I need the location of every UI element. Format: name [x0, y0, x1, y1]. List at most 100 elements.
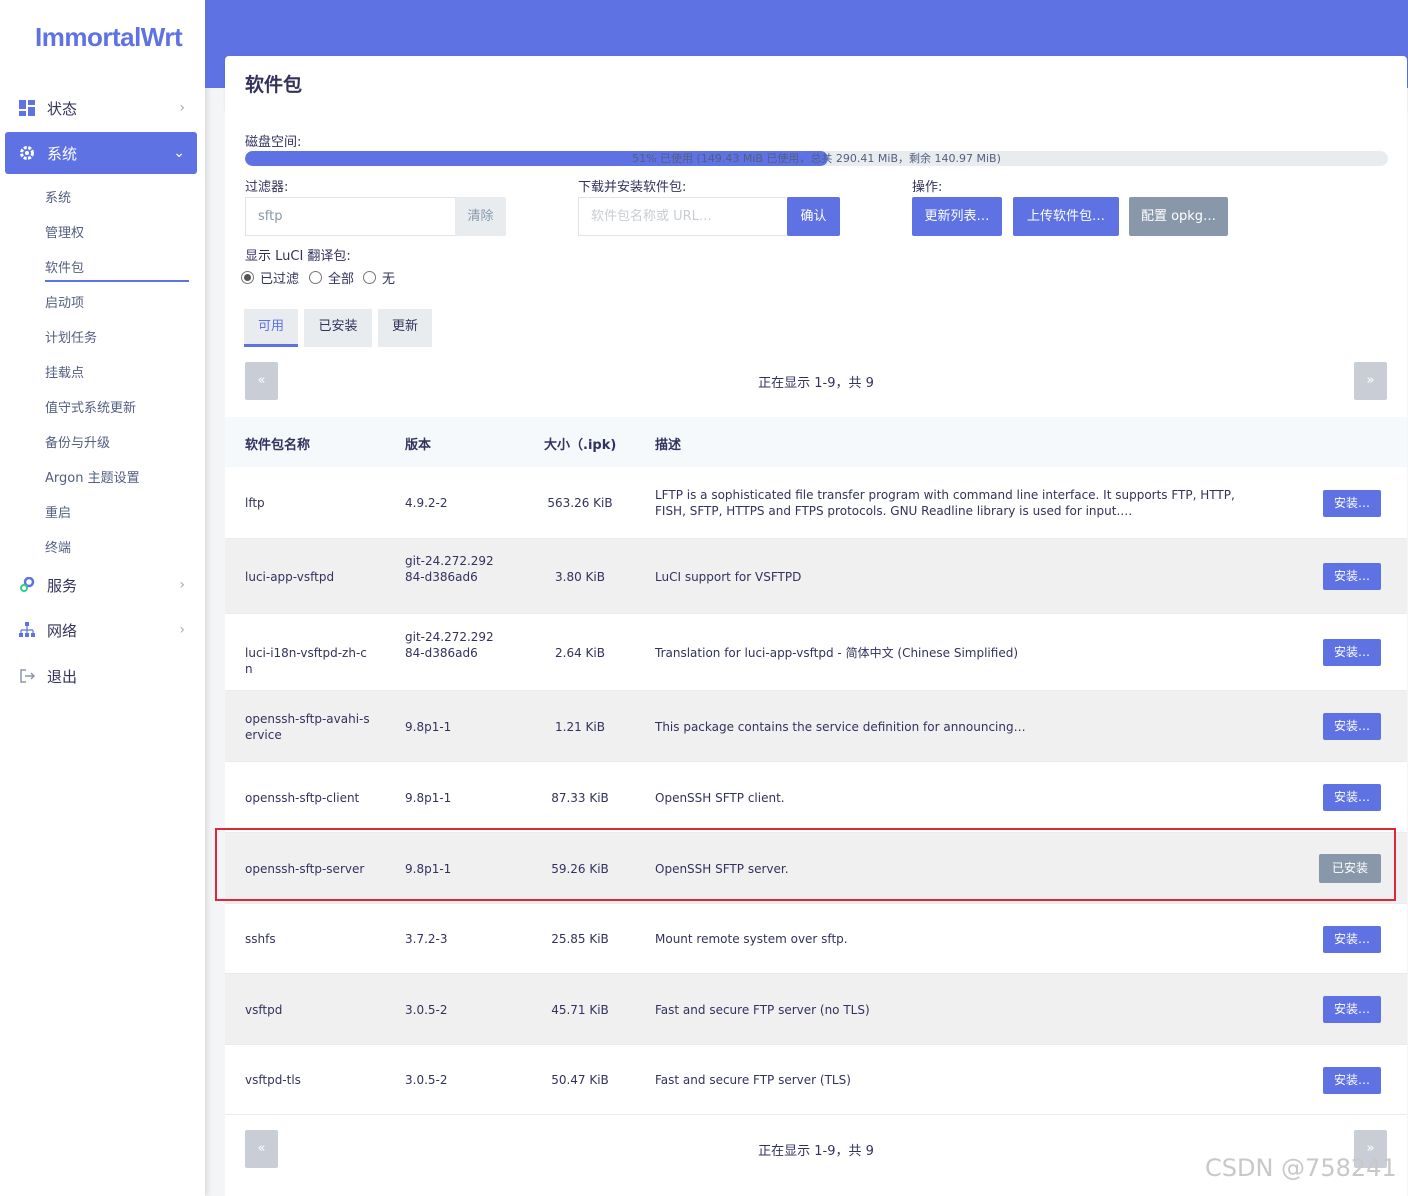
pager-status-bottom: 正在显示 1-9，共 9	[758, 1144, 874, 1159]
luci-translation-label: 显示 LuCI 翻译包:	[245, 249, 351, 264]
sub-item-backup[interactable]: 备份与升级	[45, 432, 110, 451]
package-name: sshfs	[245, 932, 276, 946]
next-page-button[interactable]: »	[1354, 362, 1387, 400]
radio-none[interactable]: 无	[363, 268, 395, 287]
package-version: 3.0.5-2	[405, 1073, 448, 1087]
highlight-box	[215, 828, 1396, 901]
package-name: openssh-sftp-avahi-service	[245, 712, 370, 742]
sub-item-crontab[interactable]: 计划任务	[45, 327, 97, 346]
package-description: This package contains the service defini…	[655, 720, 1026, 734]
package-description: LFTP is a sophisticated file transfer pr…	[655, 488, 1235, 518]
nav-system[interactable]: 系统 ⌄	[5, 132, 197, 174]
sub-item-admin[interactable]: 管理权	[45, 222, 84, 241]
chevron-down-icon: ⌄	[173, 145, 185, 161]
table-row: vsftpd 3.0.5-2 45.71 KiB Fast and secure FT…	[225, 974, 1407, 1045]
page-title: 软件包	[245, 74, 303, 96]
download-label: 下载并安装软件包:	[578, 180, 687, 195]
col-size-header: 大小（.ipk)	[544, 438, 617, 453]
table-row: luci-i18n-vsftpd-zh-cn git-24.272.29284-d…	[225, 614, 1407, 691]
dashboard-icon	[17, 98, 37, 118]
nav-status-label: 状态	[47, 99, 78, 118]
package-version: git-24.272.29284-d386ad6	[405, 630, 494, 660]
package-name: openssh-sftp-client	[245, 791, 360, 805]
package-size: 3.80 KiB	[555, 570, 605, 584]
nav-network[interactable]: 网络 ›	[5, 609, 197, 651]
package-description: Fast and secure FTP server (TLS)	[655, 1073, 851, 1087]
radio-all-label: 全部	[328, 272, 355, 287]
prev-page-button[interactable]: «	[245, 362, 278, 400]
disk-space-label: 磁盘空间:	[245, 135, 302, 150]
package-size: 563.26 KiB	[547, 496, 613, 510]
pager-status: 正在显示 1-9，共 9	[758, 376, 874, 391]
radio-circle[interactable]	[309, 271, 322, 284]
table-row: openssh-sftp-avahi-service 9.8p1-1 1.21 Ki…	[225, 691, 1407, 762]
prev-page-button-bottom[interactable]: «	[245, 1130, 278, 1168]
tab-available[interactable]: 可用	[244, 309, 298, 347]
install-button[interactable]: 安装…	[1323, 996, 1381, 1023]
configure-opkg-button[interactable]: 配置 opkg…	[1129, 197, 1228, 236]
package-size: 45.71 KiB	[551, 1003, 609, 1017]
install-button[interactable]: 安装…	[1323, 490, 1381, 517]
table-row: lftp 4.9.2-2 563.26 KiB LFTP is a sophistic…	[225, 467, 1407, 539]
update-lists-button[interactable]: 更新列表…	[912, 197, 1002, 236]
sub-item-system[interactable]: 系统	[45, 187, 71, 206]
package-version: git-24.272.29284-d386ad6	[405, 554, 494, 584]
nav-network-label: 网络	[47, 621, 78, 640]
install-button[interactable]: 安装…	[1323, 563, 1381, 590]
clear-filter-button[interactable]: 清除	[455, 197, 506, 236]
package-size: 50.47 KiB	[551, 1073, 609, 1087]
radio-all[interactable]: 全部	[309, 268, 354, 287]
gear-icon	[17, 143, 37, 163]
package-version: 9.8p1-1	[405, 720, 452, 734]
package-description: Fast and secure FTP server (no TLS)	[655, 1003, 870, 1017]
nav-logout-label: 退出	[47, 667, 78, 686]
confirm-install-button[interactable]: 确认	[787, 197, 840, 236]
package-description: Translation for luci-app-vsftpd - 简体中文 (…	[655, 646, 1018, 660]
table-row: sshfs 3.7.2-3 25.85 KiB Mount remote system…	[225, 904, 1407, 974]
sub-item-attendedsysupgrade[interactable]: 值守式系统更新	[45, 397, 136, 416]
sub-item-mounts[interactable]: 挂载点	[45, 362, 84, 381]
install-button[interactable]: 安装…	[1323, 1067, 1381, 1094]
package-name: luci-app-vsftpd	[245, 570, 335, 584]
install-button[interactable]: 安装…	[1323, 639, 1381, 666]
package-name: vsftpd-tls	[245, 1073, 301, 1087]
package-version: 3.0.5-2	[405, 1003, 448, 1017]
sub-item-reboot[interactable]: 重启	[45, 502, 71, 521]
package-version: 4.9.2-2	[405, 496, 448, 510]
radio-circle[interactable]	[241, 271, 254, 284]
actions-label: 操作:	[912, 180, 943, 195]
logout-icon	[17, 666, 37, 686]
nav-services[interactable]: 服务 ›	[5, 564, 197, 606]
package-size: 1.21 KiB	[555, 720, 605, 734]
chevron-right-icon: ›	[179, 100, 185, 116]
logo[interactable]: ImmortalWrt	[35, 22, 183, 53]
nav-services-label: 服务	[47, 576, 78, 595]
disk-progress-text: 51% 已使用 (149.43 MiB 已使用，总共 290.41 MiB，剩余…	[632, 152, 1001, 165]
package-description: Mount remote system over sftp.	[655, 932, 848, 946]
filter-input[interactable]: sftp	[245, 197, 456, 236]
install-button[interactable]: 安装…	[1323, 784, 1381, 811]
nav-status[interactable]: 状态 ›	[5, 87, 197, 129]
package-description: OpenSSH SFTP client.	[655, 791, 785, 805]
col-name-header: 软件包名称	[245, 438, 311, 453]
sub-item-terminal[interactable]: 终端	[45, 537, 71, 556]
table-row: luci-app-vsftpd git-24.272.29284-d386ad6 3…	[225, 539, 1407, 614]
package-size: 87.33 KiB	[551, 791, 609, 805]
install-button[interactable]: 安装…	[1323, 713, 1381, 740]
active-underline	[45, 280, 189, 282]
sub-item-argon[interactable]: Argon 主题设置	[45, 467, 140, 486]
radio-filtered[interactable]: 已过滤	[241, 268, 299, 287]
package-version: 9.8p1-1	[405, 791, 452, 805]
radio-circle[interactable]	[363, 271, 376, 284]
table-row: vsftpd-tls 3.0.5-2 50.47 KiB Fast and secur…	[225, 1045, 1407, 1115]
nav-logout[interactable]: 退出	[5, 655, 197, 697]
sidebar: ImmortalWrt 状态 › 系统 ⌄ 系统 管理权 软件包 启动项 计划任…	[0, 0, 205, 1196]
sub-item-packages[interactable]: 软件包	[45, 257, 84, 276]
tab-installed[interactable]: 已安装	[304, 309, 372, 347]
upload-package-button[interactable]: 上传软件包…	[1013, 197, 1119, 236]
package-url-input[interactable]: 软件包名称或 URL…	[578, 197, 788, 236]
package-version: 3.7.2-3	[405, 932, 448, 946]
sub-item-startup[interactable]: 启动项	[45, 292, 84, 311]
install-button[interactable]: 安装…	[1323, 926, 1381, 953]
tab-updates[interactable]: 更新	[378, 309, 432, 347]
